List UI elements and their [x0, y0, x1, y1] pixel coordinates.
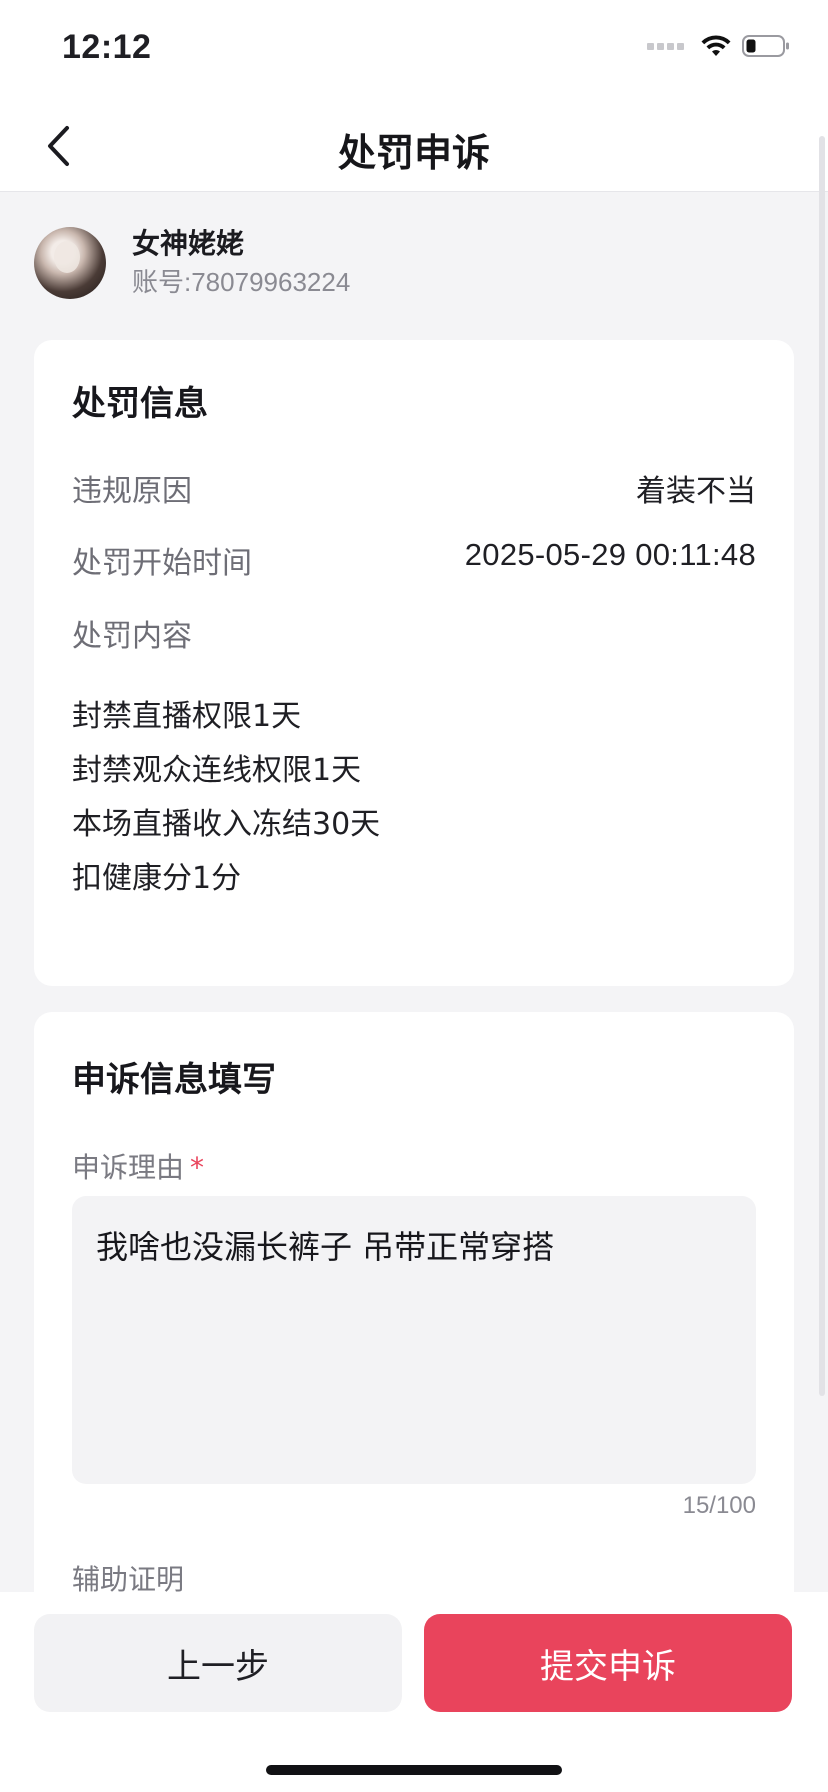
- appeal-reason-label-text: 申诉理由: [72, 1151, 185, 1184]
- penalty-start-time-label: 处罚开始时间: [72, 546, 252, 581]
- user-info: 女神姥姥 账号:78079963224: [132, 226, 350, 300]
- avatar: [34, 227, 106, 299]
- char-counter: 15/100: [682, 1492, 756, 1519]
- home-indicator[interactable]: [266, 1765, 562, 1775]
- appeal-reason-textarea[interactable]: 我啥也没漏长裤子 吊带正常穿搭: [72, 1196, 756, 1484]
- appeal-reason-label: 申诉理由 *: [72, 1146, 204, 1186]
- bottom-action-bar: 上一步 提交申诉: [0, 1592, 828, 1792]
- user-row: 女神姥姥 账号:78079963224: [34, 226, 350, 300]
- required-mark: *: [190, 1151, 205, 1184]
- penalty-start-time-value: 2025-05-29 00:11:48: [464, 537, 756, 572]
- violation-reason-label: 违规原因: [72, 474, 192, 509]
- status-time: 12:12: [62, 28, 152, 66]
- status-icons: [647, 34, 790, 58]
- penalty-info-card: 处罚信息 违规原因 着装不当 处罚开始时间 2025-05-29 00:11:4…: [34, 340, 794, 986]
- nav-bar: 处罚申诉: [0, 100, 828, 192]
- signal-dots-icon: [647, 42, 684, 50]
- scrollbar[interactable]: [819, 136, 825, 1396]
- penalty-item: 封禁直播权限1天: [72, 699, 302, 734]
- prev-step-button[interactable]: 上一步: [34, 1614, 402, 1712]
- wifi-icon: [701, 35, 731, 56]
- violation-reason-value: 着装不当: [636, 474, 756, 509]
- user-account: 账号:78079963224: [132, 267, 351, 297]
- penalty-item: 扣健康分1分: [72, 861, 242, 896]
- submit-appeal-button[interactable]: 提交申诉: [424, 1614, 792, 1712]
- appeal-form-card: 申诉信息填写 申诉理由 * 我啥也没漏长裤子 吊带正常穿搭 15/100 辅助证明: [34, 1012, 794, 1652]
- page-title: 处罚申诉: [337, 131, 490, 175]
- penalty-item: 封禁观众连线权限1天: [72, 753, 362, 788]
- appeal-form-title: 申诉信息填写: [72, 1060, 276, 1100]
- penalty-item: 本场直播收入冻结30天: [72, 807, 381, 842]
- battery-icon: [742, 35, 789, 57]
- user-name: 女神姥姥: [132, 227, 245, 260]
- penalty-info-title: 处罚信息: [72, 384, 208, 424]
- penalty-content-label: 处罚内容: [72, 619, 192, 654]
- status-bar: 12:12: [0, 0, 828, 100]
